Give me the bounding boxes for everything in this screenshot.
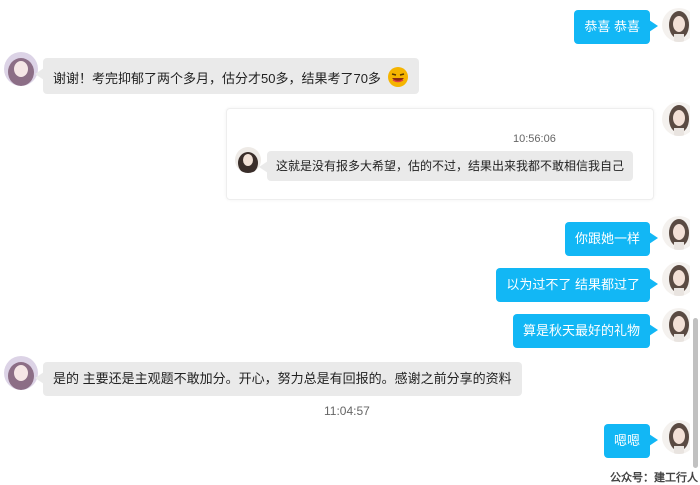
message-text: 恭喜 恭喜 [584, 19, 640, 34]
contact-avatar[interactable] [4, 356, 38, 390]
message-bubble-other[interactable]: 是的 主要还是主观题不敢加分。开心，努力总是有回报的。感谢之前分享的资料 [35, 362, 522, 396]
message-bubble-self[interactable]: 嗯嗯 [603, 424, 659, 458]
chat-timestamp: 11:04:57 [324, 404, 370, 418]
message-bubble-self[interactable]: 恭喜 恭喜 [574, 10, 658, 44]
quote-timestamp: 10:56:06 [513, 133, 556, 145]
message-text: 是的 主要还是主观题不敢加分。开心，努力总是有回报的。感谢之前分享的资料 [53, 371, 512, 386]
message-bubble-self[interactable]: 你跟她一样 [564, 222, 659, 256]
message-text: 你跟她一样 [574, 231, 640, 246]
message-bubble-self[interactable]: 算是秋天最好的礼物 [512, 314, 659, 348]
message-text: 嗯嗯 [613, 433, 640, 448]
quoted-message-bubble: 这就是没有报多大希望，估的不过，结果出来我都不敢相信我自己 [258, 151, 634, 181]
message-text: 以为过不了 结果都过了 [506, 277, 640, 292]
watermark: 公众号：建工行人 [610, 472, 698, 484]
message-text: 算是秋天最好的礼物 [522, 323, 640, 338]
message-text: 谢谢！考完抑郁了两个多月，估分才50多，结果考了70多 [53, 70, 381, 86]
contact-avatar[interactable] [4, 52, 38, 86]
scrollbar[interactable] [690, 0, 700, 484]
quoted-message-card[interactable]: 10:56:06 这就是没有报多大希望，估的不过，结果出来我都不敢相信我自己 [226, 108, 654, 200]
scrollbar-thumb[interactable] [693, 318, 698, 468]
laughing-face-icon [387, 66, 409, 93]
quoted-message-text: 这就是没有报多大希望，估的不过，结果出来我都不敢相信我自己 [276, 159, 625, 173]
message-bubble-self[interactable]: 以为过不了 结果都过了 [496, 268, 658, 302]
message-bubble-other[interactable]: 谢谢！考完抑郁了两个多月，估分才50多，结果考了70多 [35, 58, 419, 94]
quote-sender-avatar [235, 147, 261, 173]
